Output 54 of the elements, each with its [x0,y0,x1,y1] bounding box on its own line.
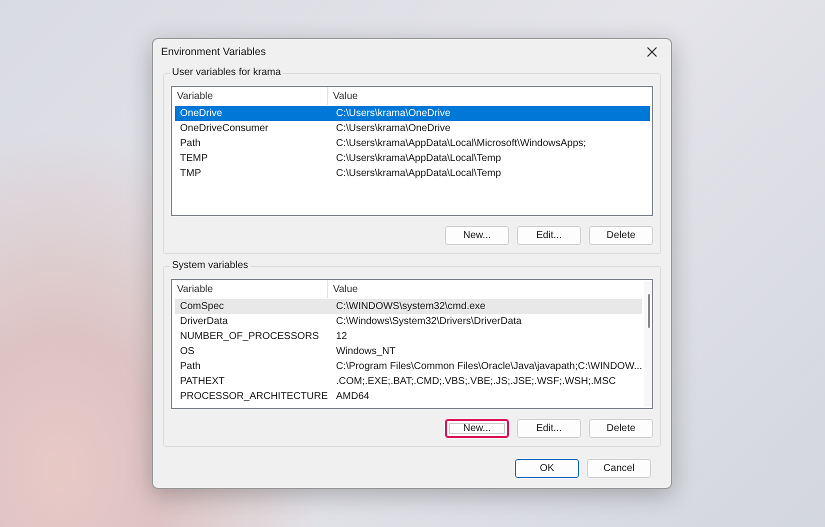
variable-row[interactable]: OneDriveConsumer C:\Users\krama\OneDrive [175,121,650,136]
variable-value: 12 [335,331,348,342]
variable-name: OneDriveConsumer [179,123,270,134]
variable-value: C:\Users\krama\AppData\Local\Temp [335,168,502,179]
variable-value: C:\Windows\System32\Drivers\DriverData [335,316,523,327]
variable-name: ComSpec [179,301,225,312]
action-button[interactable]: Edit... [517,419,581,438]
variable-name: PATHEXT [179,376,226,387]
variable-row[interactable]: Path C:\Users\krama\AppData\Local\Microsoft\WindowsApps; [175,136,650,151]
variable-name: DriverData [179,316,229,327]
variable-value: C:\Users\krama\AppData\Local\Temp [335,153,502,164]
dialog-button[interactable]: OK [515,459,579,478]
variable-row[interactable]: NUMBER_OF_PROCESSORS 12 [175,329,642,344]
variable-value: AMD64 [335,391,370,402]
variable-name: OneDrive [179,108,224,119]
column-header[interactable]: Variable [172,280,328,298]
action-button[interactable]: Delete [589,226,653,245]
variable-value: C:\Users\krama\AppData\Local\Microsoft\WindowsApps; [335,138,588,149]
variable-name: Path [179,361,202,372]
action-button[interactable]: Edit... [517,226,581,245]
variable-name: NUMBER_OF_PROCESSORS [179,331,320,342]
action-button[interactable]: New... [445,419,509,438]
variable-row[interactable]: OS Windows_NT [175,344,642,359]
variable-name: OS [179,346,196,357]
close-icon [647,47,657,57]
variable-value: C:\Users\krama\OneDrive [335,123,452,134]
group-title: System variables [170,260,250,271]
column-header[interactable]: Value [328,284,644,294]
group-title: User variables for krama [170,67,283,78]
variable-row[interactable]: TEMP C:\Users\krama\AppData\Local\Temp [175,151,650,166]
variable-value: C:\WINDOWS\system32\cmd.exe [335,301,486,312]
variable-row[interactable]: DriverData C:\Windows\System32\Drivers\DriverData [175,314,642,329]
action-button[interactable]: New... [445,226,509,245]
scrollbar[interactable] [644,280,652,408]
action-button[interactable]: Delete [589,419,653,438]
variable-name: PROCESSOR_ARCHITECTURE [179,391,329,402]
variable-name: Path [179,138,202,149]
variable-row[interactable]: ComSpec C:\WINDOWS\system32\cmd.exe [175,299,642,314]
variable-row[interactable]: PATHEXT .COM;.EXE;.BAT;.CMD;.VBS;.VBE;.JS;.JSE;.WSF;.WSH;.MSC [175,374,642,389]
variable-row[interactable]: Path C:\Program Files\Common Files\Oracle\Java\javapath;C:\WINDOW... [175,359,642,374]
variable-row[interactable]: TMP C:\Users\krama\AppData\Local\Temp [175,166,650,181]
variable-value: C:\Users\krama\OneDrive [335,108,452,119]
column-header[interactable]: Value [328,90,652,102]
variable-row[interactable]: PROCESSOR_ARCHITECTURE AMD64 [175,389,642,404]
variable-name: TMP [179,168,202,179]
window-title: Environment Variables [161,46,266,58]
variable-value: Windows_NT [335,346,396,357]
variable-value: .COM;.EXE;.BAT;.CMD;.VBS;.VBE;.JS;.JSE;.WSF;.WSH;.MSC [335,376,617,387]
variable-value: C:\Program Files\Common Files\Oracle\Java\javapath;C:\WINDOW... [335,361,642,372]
column-header[interactable]: Variable [172,87,328,105]
scrollbar-thumb[interactable] [648,294,650,328]
variable-name: TEMP [179,153,209,164]
dialog-button[interactable]: Cancel [587,459,651,478]
variable-row[interactable]: OneDrive C:\Users\krama\OneDrive [175,106,650,121]
